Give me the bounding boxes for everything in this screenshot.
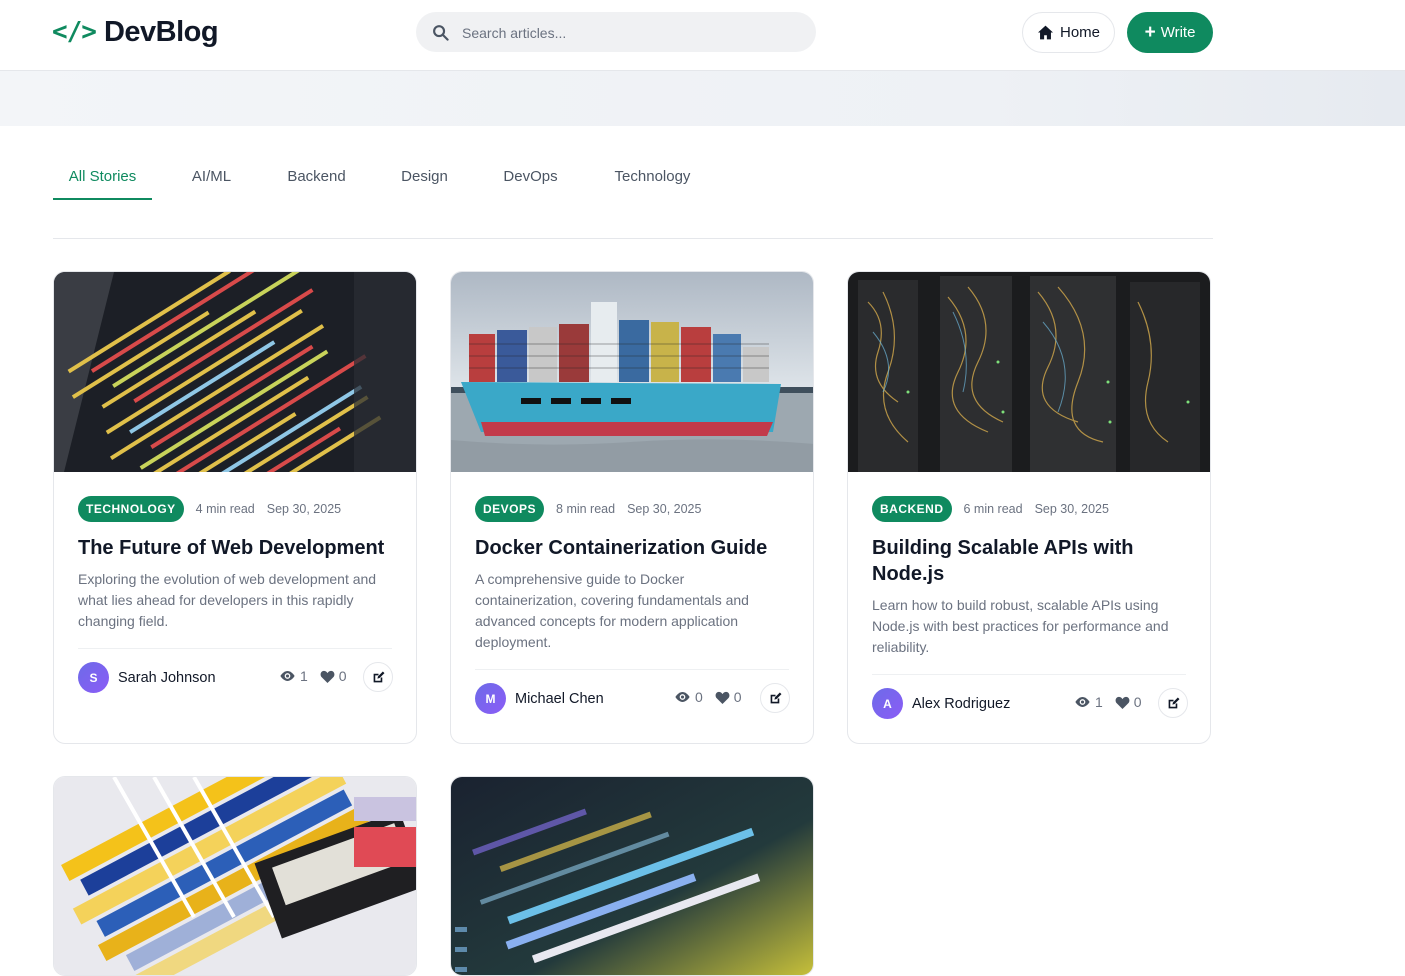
post-image-servers (848, 272, 1210, 472)
post-excerpt: A comprehensive guide to Docker containe… (475, 571, 749, 650)
heart-icon[interactable] (320, 670, 335, 683)
like-count: 0 (338, 668, 347, 684)
post-meta: TECHNOLOGY 4 min read Sep 30, 2025 (78, 496, 353, 522)
category-badge[interactable]: BACKEND (872, 496, 952, 522)
tab-devops[interactable]: DevOps (493, 155, 568, 198)
home-icon (1037, 25, 1053, 40)
post-card[interactable]: BACKEND 6 min read Sep 30, 2025 Building… (847, 271, 1211, 744)
post-title[interactable]: Docker Containerization Guide (475, 535, 795, 561)
home-button[interactable]: Home (1022, 12, 1115, 53)
post-image-swatches (54, 777, 416, 975)
author-name: Alex Rodriguez (912, 695, 1011, 712)
post-date: Sep 30, 2025 (266, 502, 342, 516)
post-image-code (54, 272, 416, 472)
avatar: S (78, 662, 109, 693)
post-image-php-code (451, 777, 813, 975)
edit-button[interactable] (1158, 688, 1188, 718)
tab-technology[interactable]: Technology (605, 155, 700, 198)
post-card[interactable]: TECHNOLOGY 4 min read Sep 30, 2025 The F… (53, 271, 417, 744)
read-time: 8 min read (556, 502, 616, 516)
post-excerpt: Exploring the evolution of web developme… (78, 571, 377, 629)
view-count: 1 (1095, 694, 1103, 710)
post-image-ship (451, 272, 813, 472)
read-time: 4 min read (195, 502, 255, 516)
home-button-label: Home (1059, 24, 1100, 41)
post-author[interactable]: A Alex Rodriguez (872, 688, 1010, 719)
hero-banner (0, 71, 1405, 126)
search-bar (416, 12, 816, 54)
read-time: 6 min read (963, 502, 1023, 516)
tab-backend[interactable]: Backend (277, 155, 356, 198)
post-stats: 1 0 (1074, 694, 1154, 710)
post-stats: 0 0 (674, 689, 754, 705)
edit-button[interactable] (760, 683, 790, 713)
search-icon (433, 25, 449, 41)
author-name: Michael Chen (515, 690, 604, 707)
post-date: Sep 30, 2025 (627, 502, 702, 516)
card-divider (475, 669, 789, 670)
card-divider (78, 648, 392, 649)
edit-button[interactable] (363, 662, 393, 692)
post-card[interactable] (53, 776, 417, 976)
post-card[interactable] (450, 776, 814, 976)
write-button-label: Write (1160, 24, 1196, 41)
avatar: M (475, 683, 506, 714)
tab-design[interactable]: Design (391, 155, 458, 198)
eye-icon (1075, 697, 1090, 707)
tab-all-stories[interactable]: All Stories (53, 155, 152, 200)
tabs-divider (53, 238, 1213, 239)
site-logo[interactable]: </> DevBlog (52, 14, 219, 50)
heart-icon[interactable] (715, 691, 730, 704)
view-count: 1 (300, 668, 308, 684)
top-navbar: </> DevBlog Home + Write (0, 0, 1405, 71)
plus-icon: + (1144, 22, 1156, 43)
post-card[interactable]: DEVOPS 8 min read Sep 30, 2025 Docker Co… (450, 271, 814, 744)
search-input[interactable] (460, 12, 804, 54)
category-badge[interactable]: DEVOPS (475, 496, 545, 522)
eye-icon (675, 692, 690, 702)
post-title[interactable]: Building Scalable APIs with Node.js (872, 535, 1192, 587)
code-icon: </> (52, 17, 97, 47)
author-name: Sarah Johnson (118, 669, 216, 686)
post-date: Sep 30, 2025 (1034, 502, 1109, 516)
heart-icon[interactable] (1115, 696, 1130, 709)
eye-icon (280, 671, 295, 681)
logo-text: DevBlog (103, 15, 219, 48)
tab-ai-ml[interactable]: AI/ML (179, 155, 244, 198)
post-meta: DEVOPS 8 min read Sep 30, 2025 (475, 496, 713, 522)
view-count: 0 (695, 689, 703, 705)
edit-icon (1168, 697, 1179, 708)
edit-icon (770, 692, 781, 703)
post-author[interactable]: M Michael Chen (475, 683, 604, 714)
card-divider (872, 674, 1186, 675)
avatar: A (872, 688, 903, 719)
like-count: 0 (733, 689, 742, 705)
post-title[interactable]: The Future of Web Development (78, 535, 398, 561)
post-stats: 1 0 (279, 668, 359, 684)
edit-icon (373, 671, 384, 682)
post-excerpt: Learn how to build robust, scalable APIs… (872, 597, 1169, 655)
category-badge[interactable]: TECHNOLOGY (78, 496, 184, 522)
post-meta: BACKEND 6 min read Sep 30, 2025 (872, 496, 1121, 522)
like-count: 0 (1133, 694, 1142, 710)
post-author[interactable]: S Sarah Johnson (78, 662, 216, 693)
write-button[interactable]: + Write (1127, 12, 1213, 53)
